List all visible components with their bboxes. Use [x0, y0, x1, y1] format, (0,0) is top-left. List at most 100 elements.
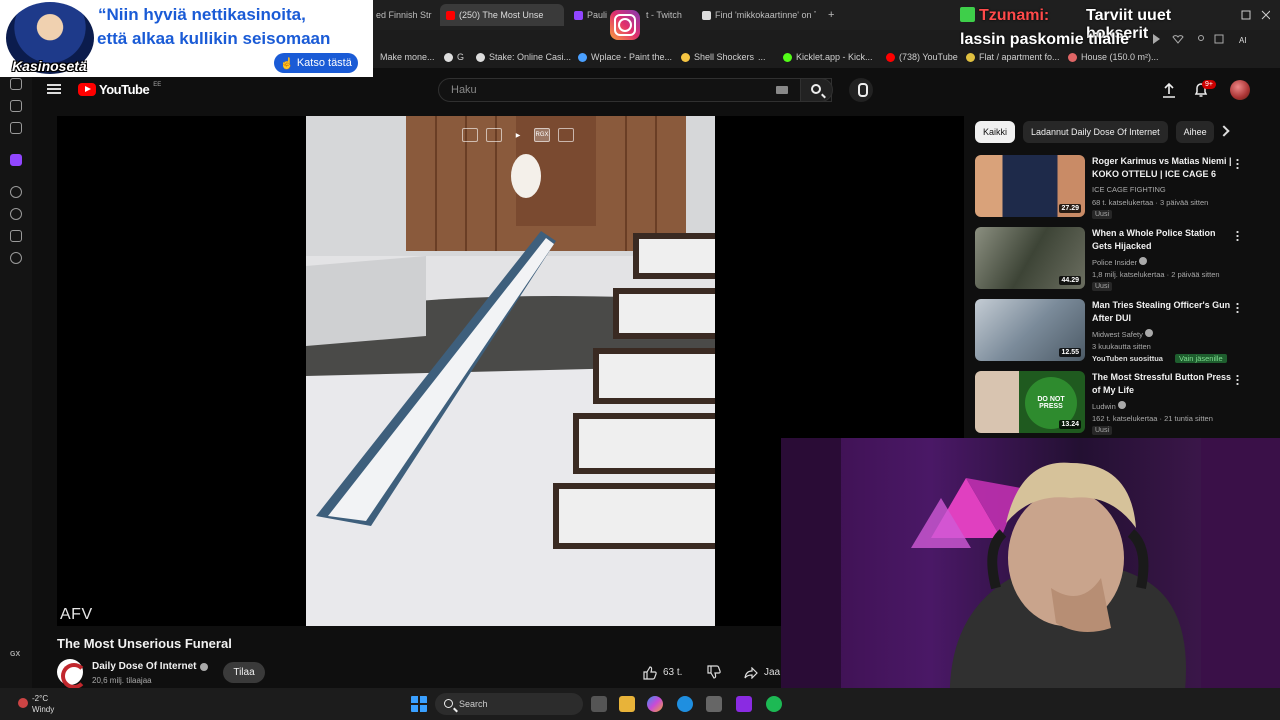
theater-mode-icon[interactable] — [558, 128, 574, 142]
bookmark-item[interactable]: Shell Shockers... — [681, 52, 766, 62]
history-icon[interactable] — [10, 208, 22, 220]
video-title: The Most Unserious Funeral — [57, 636, 232, 651]
more-options-icon[interactable] — [1236, 374, 1239, 385]
keyboard-icon[interactable] — [776, 86, 788, 94]
kicklet-favicon-icon — [783, 52, 792, 62]
store-icon[interactable] — [706, 696, 722, 712]
chip-from-channel[interactable]: Ladannut Daily Dose Of Internet — [1023, 121, 1168, 143]
player-overlay-controls: ▶ RGX — [462, 128, 574, 142]
recommended-video-channel[interactable]: Ludwin — [1092, 401, 1126, 411]
menu-icon[interactable] — [47, 84, 61, 94]
upload-icon[interactable] — [1162, 82, 1176, 98]
verified-icon — [200, 662, 209, 671]
search-icon — [811, 84, 821, 94]
favicon-icon — [966, 52, 975, 62]
ad-cta-button[interactable]: ☝ Katso tästä — [274, 53, 358, 73]
search-input[interactable]: Haku — [438, 78, 832, 102]
recommended-video[interactable]: 27.29 Roger Karimus vs Matias Niemi | KO… — [975, 155, 1245, 219]
copilot-icon[interactable] — [647, 696, 663, 712]
chevron-right-icon[interactable] — [1218, 125, 1230, 137]
picture-in-picture-icon[interactable] — [462, 128, 478, 142]
video-thumbnail[interactable]: 44.29 — [975, 227, 1085, 289]
recommended-video-meta: 1,8 milj. katselukertaa · 2 päivää sitte… — [1092, 270, 1220, 279]
video-thumbnail[interactable]: 12.55 — [975, 299, 1085, 361]
favicon-icon — [1068, 52, 1077, 62]
recommended-video-title[interactable]: Man Tries Stealing Officer's Gun After D… — [1092, 299, 1232, 325]
share-button[interactable]: Jaa — [744, 662, 780, 683]
browser-tab-active[interactable]: (250) The Most Unse — [440, 4, 564, 26]
bookmark-item[interactable]: Stake: Online Casi... — [476, 52, 571, 62]
search-icon — [444, 699, 453, 708]
recommended-video-channel[interactable]: ICE CAGE FIGHTING — [1092, 185, 1166, 194]
like-button[interactable]: 63 t. — [643, 662, 682, 683]
account-avatar[interactable] — [1230, 80, 1250, 100]
task-view-icon[interactable] — [591, 696, 607, 712]
recommended-video-meta: 162 t. katselukertaa · 21 tuntia sitten — [1092, 414, 1213, 423]
cursor-hand-icon: ☝ — [280, 57, 294, 70]
sidebar-app-icon[interactable] — [10, 100, 22, 112]
recommended-video-title[interactable]: When a Whole Police Station Gets Hijacke… — [1092, 227, 1232, 253]
bookmark-item[interactable]: House (150.0 m²)... — [1068, 52, 1159, 62]
edge-icon[interactable] — [677, 696, 693, 712]
ad-banner[interactable]: Kasinosetä “Niin hyviä nettikasinoita, e… — [0, 0, 373, 77]
thumbs-up-icon — [643, 665, 657, 680]
browser-tab[interactable]: Find 'mikkokaartinne' on T — [696, 4, 816, 26]
windows-start-icon[interactable] — [411, 696, 427, 712]
app-icon[interactable] — [736, 696, 752, 712]
file-explorer-icon[interactable] — [619, 696, 635, 712]
bookmark-item[interactable]: (738) YouTube — [886, 52, 958, 62]
channel-avatar[interactable] — [57, 659, 87, 689]
stream-alert: Tzunami: Tarviit uuet bokserit lassin pa… — [958, 4, 1230, 52]
youtube-logo[interactable]: YouTube EE — [78, 82, 161, 97]
subscriber-count: 20,6 milj. tilaajaa — [92, 676, 152, 685]
player-icon[interactable] — [10, 186, 22, 198]
chip-all[interactable]: Kaikki — [975, 121, 1016, 143]
more-options-icon[interactable] — [1236, 158, 1239, 169]
thumbs-down-icon[interactable] — [706, 662, 722, 683]
subscribe-button[interactable]: Tilaa — [223, 662, 265, 683]
recommended-video[interactable]: DO NOT PRESS 13.24 The Most Stressful Bu… — [975, 371, 1245, 435]
bookmark-item[interactable]: Wplace - Paint the... — [578, 52, 672, 62]
recommended-video-meta: 68 t. katselukertaa · 3 päivää sitten — [1092, 198, 1209, 207]
next-icon[interactable]: ▶ — [510, 128, 526, 142]
bookmark-item[interactable]: Make mone... — [380, 52, 435, 62]
stake-favicon-icon — [476, 52, 485, 62]
extensions-icon[interactable] — [10, 230, 22, 242]
browser-tab[interactable]: ed Finnish Str — [370, 4, 436, 26]
video-watermark: AFV — [60, 606, 93, 623]
recommended-video[interactable]: 44.29 When a Whole Police Station Gets H… — [975, 227, 1245, 291]
browser-tab[interactable]: t - Twitch — [640, 4, 690, 26]
taskbar-search[interactable]: Search — [435, 693, 583, 715]
video-thumbnail[interactable]: 27.29 — [975, 155, 1085, 217]
more-options-icon[interactable] — [1236, 302, 1239, 313]
more-options-icon[interactable] — [1236, 230, 1239, 241]
twitch-icon[interactable] — [10, 154, 22, 166]
browser-tab[interactable]: Pauli — [568, 4, 608, 26]
bookmark-item[interactable]: G — [444, 52, 464, 62]
recommended-video-channel[interactable]: Police Insider — [1092, 257, 1148, 267]
new-tab-button[interactable]: + — [822, 4, 836, 26]
exit-icon[interactable] — [486, 128, 502, 142]
bookmark-item[interactable]: Flat / apartment fo... — [966, 52, 1060, 62]
video-thumbnail[interactable]: DO NOT PRESS 13.24 — [975, 371, 1085, 433]
window-controls[interactable] — [1240, 8, 1271, 22]
weather-icon — [18, 698, 28, 708]
recommended-video-title[interactable]: The Most Stressful Button Press of My Li… — [1092, 371, 1232, 397]
settings-icon[interactable] — [10, 252, 22, 264]
recommended-video[interactable]: 12.55 Man Tries Stealing Officer's Gun A… — [975, 299, 1245, 363]
recommended-video-title[interactable]: Roger Karimus vs Matias Niemi | KOKO OTT… — [1092, 155, 1232, 181]
spotify-icon[interactable] — [766, 696, 782, 712]
search-button[interactable] — [800, 78, 833, 102]
youtube-favicon-icon — [446, 10, 455, 20]
window-restore-close-icon[interactable] — [1240, 8, 1271, 22]
quality-badge[interactable]: RGX — [534, 128, 550, 142]
channel-name[interactable]: Daily Dose Of Internet — [92, 661, 209, 672]
verified-icon — [1144, 329, 1153, 337]
bookmark-item[interactable]: Kicklet.app - Kick... — [783, 52, 873, 62]
sidebar-app-icon[interactable] — [10, 78, 22, 90]
sidebar-app-icon[interactable] — [10, 122, 22, 134]
chip-related[interactable]: Aihee — [1175, 121, 1214, 143]
instagram-icon — [610, 10, 640, 40]
voice-search-button[interactable] — [849, 78, 873, 102]
recommended-video-channel[interactable]: Midwest Safety — [1092, 329, 1153, 339]
